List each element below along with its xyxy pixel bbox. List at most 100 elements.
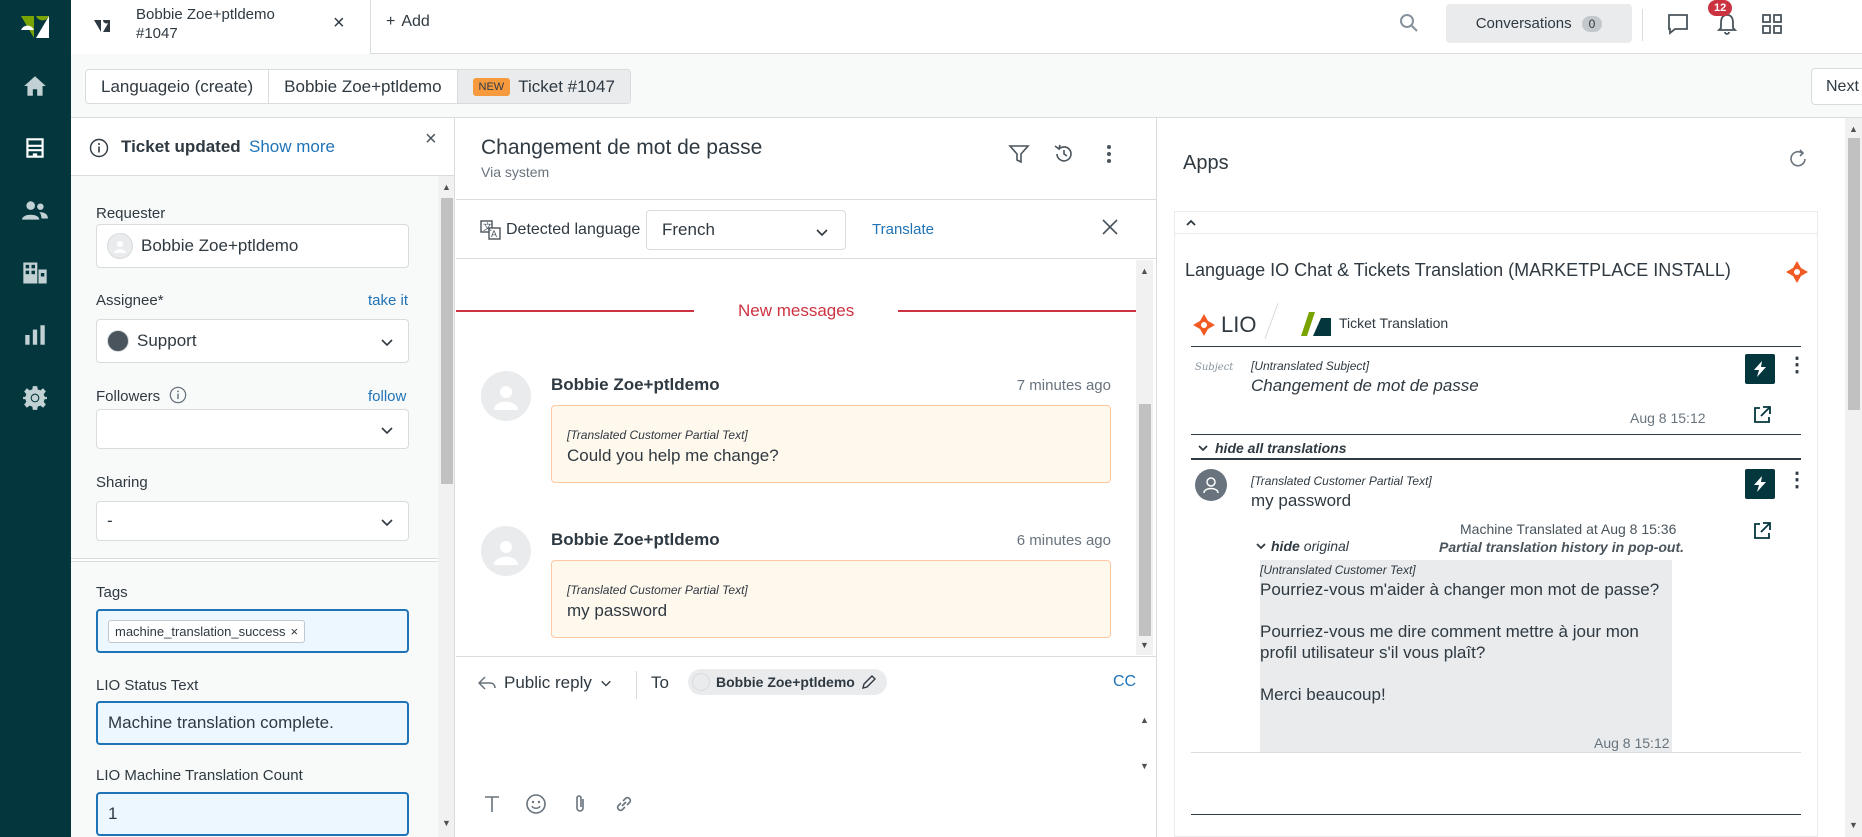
lio-count-field[interactable]: 1 [96, 792, 409, 836]
product-tray-icon[interactable] [1758, 10, 1786, 38]
scroll-down-icon[interactable]: ▼ [442, 818, 451, 828]
attachment-icon[interactable] [569, 793, 591, 815]
search-icon[interactable] [1399, 13, 1419, 37]
lio-count-value: 1 [108, 804, 118, 823]
translate-link[interactable]: Translate [872, 221, 934, 238]
filter-icon[interactable] [1008, 143, 1030, 169]
chevron-up-icon[interactable] [1185, 217, 1197, 229]
add-tab-button[interactable]: + Add [386, 13, 430, 31]
tags-field[interactable]: machine_translation_success × [96, 609, 409, 653]
section-divider [1191, 434, 1801, 435]
organizations-icon[interactable] [18, 256, 52, 290]
followers-field[interactable] [96, 409, 409, 449]
scroll-down-icon[interactable]: ▼ [1140, 640, 1149, 650]
hide-all-translations-label: hide all translations [1215, 440, 1347, 456]
conversation-scroll-thumb[interactable] [1139, 404, 1151, 636]
lio-mark-icon [1193, 314, 1215, 336]
tag-remove-icon[interactable]: × [291, 624, 299, 639]
message-text: Could you help me change? [567, 446, 779, 465]
reporting-icon[interactable] [18, 318, 52, 352]
assignee-field[interactable]: Support [96, 319, 409, 363]
close-icon[interactable] [1101, 215, 1119, 243]
lio-logo: LIO [1191, 312, 1256, 338]
sharing-label: Sharing [96, 474, 148, 491]
history-icon[interactable] [1053, 143, 1075, 169]
followers-info-icon[interactable] [169, 386, 187, 408]
cc-link[interactable]: CC [1113, 673, 1136, 691]
sharing-field[interactable]: - [96, 501, 409, 541]
text-format-icon[interactable] [481, 793, 503, 815]
author-avatar-icon[interactable] [481, 526, 531, 576]
chevron-down-icon [815, 224, 829, 244]
conversations-button[interactable]: Conversations 0 [1446, 4, 1632, 43]
follow-link[interactable]: follow [368, 388, 406, 405]
ticket-subject[interactable]: Changement de mot de passe [481, 136, 762, 160]
untranslated-subject-tag: [Untranslated Subject] [1251, 359, 1370, 373]
more-options-icon[interactable]: ⋮ [1787, 352, 1807, 377]
lio-status-field[interactable]: Machine translation complete. [96, 701, 409, 745]
author-avatar-icon[interactable] [481, 371, 531, 421]
chevron-down-icon [380, 334, 394, 354]
hide-all-translations-toggle[interactable]: hide all translations [1197, 440, 1346, 456]
external-link-icon[interactable] [1752, 521, 1772, 545]
tab-close-icon[interactable]: × [333, 12, 345, 35]
emoji-icon[interactable] [525, 793, 547, 815]
group-icon [107, 330, 129, 352]
next-ticket-button[interactable]: Next [1811, 68, 1862, 105]
scroll-up-icon[interactable]: ▲ [1140, 266, 1149, 276]
tag-pill[interactable]: machine_translation_success × [108, 619, 306, 643]
ticket-tab[interactable]: Bobbie Zoe+ptldemo #1047 × [71, 0, 371, 54]
language-value: French [662, 220, 715, 239]
more-options-icon[interactable] [1098, 143, 1120, 169]
breadcrumb-ticket[interactable]: NEW Ticket #1047 [457, 70, 630, 103]
translate-bolt-button[interactable] [1745, 354, 1775, 384]
external-link-icon[interactable] [1752, 405, 1772, 429]
message-author[interactable]: Bobbie Zoe+ptldemo [551, 530, 720, 550]
scroll-up-icon[interactable]: ▲ [1849, 124, 1858, 134]
scroll-down-icon[interactable]: ▼ [1849, 820, 1858, 830]
customers-icon[interactable] [18, 194, 52, 228]
translated-text: my password [1251, 491, 1352, 510]
apps-scroll-thumb[interactable] [1848, 138, 1860, 410]
tags-label: Tags [96, 584, 128, 601]
customer-avatar-icon [1195, 469, 1227, 501]
breadcrumb-requester[interactable]: Bobbie Zoe+ptldemo [269, 70, 458, 103]
admin-gear-icon[interactable] [18, 381, 52, 415]
views-icon[interactable] [18, 131, 52, 165]
requester-field[interactable]: Bobbie Zoe+ptldemo [96, 224, 409, 268]
requester-label: Requester [96, 205, 166, 222]
requester-avatar-icon [107, 233, 133, 259]
app-card-header[interactable] [1175, 212, 1817, 234]
scroll-down-icon[interactable]: ▼ [1140, 761, 1149, 771]
refresh-icon[interactable] [1787, 148, 1809, 174]
language-select[interactable]: French [646, 210, 846, 250]
translate-bolt-button[interactable] [1745, 469, 1775, 499]
chat-icon[interactable] [1664, 10, 1692, 38]
sharing-value: - [107, 511, 113, 530]
hide-original-toggle[interactable]: hide original [1255, 538, 1349, 554]
notice-title: Ticket updated [121, 137, 241, 156]
zendesk-logo-icon[interactable] [18, 8, 52, 42]
notice-close-icon[interactable]: × [425, 128, 437, 151]
show-more-link[interactable]: Show more [249, 137, 335, 157]
link-icon[interactable] [613, 793, 635, 815]
breadcrumb-organization[interactable]: Languageio (create) [86, 70, 270, 103]
edit-pencil-icon[interactable] [861, 674, 877, 690]
chevron-down-icon [380, 422, 394, 442]
take-it-link[interactable]: take it [368, 292, 408, 309]
add-label: Add [401, 13, 430, 30]
original-line: Pourriez-vous me dire comment mettre à j… [1260, 622, 1639, 641]
scroll-up-icon[interactable]: ▲ [1140, 715, 1149, 725]
message-bubble: [Translated Customer Partial Text] my pa… [551, 560, 1111, 638]
more-options-icon[interactable]: ⋮ [1787, 467, 1807, 492]
new-messages-divider [456, 310, 694, 312]
message-author[interactable]: Bobbie Zoe+ptldemo [551, 375, 720, 395]
properties-scroll-thumb[interactable] [441, 198, 453, 484]
scroll-up-icon[interactable]: ▲ [442, 182, 451, 192]
reply-type-select[interactable]: Public reply [478, 673, 612, 693]
original-line: Pourriez-vous m'aider à changer mon mot … [1260, 580, 1660, 599]
recipient-pill[interactable]: Bobbie Zoe+ptldemo [688, 669, 887, 695]
message-tag: [Translated Customer Partial Text] [567, 428, 748, 442]
home-icon[interactable] [18, 69, 52, 103]
untranslated-tag: [Untranslated Customer Text] [1260, 563, 1416, 577]
